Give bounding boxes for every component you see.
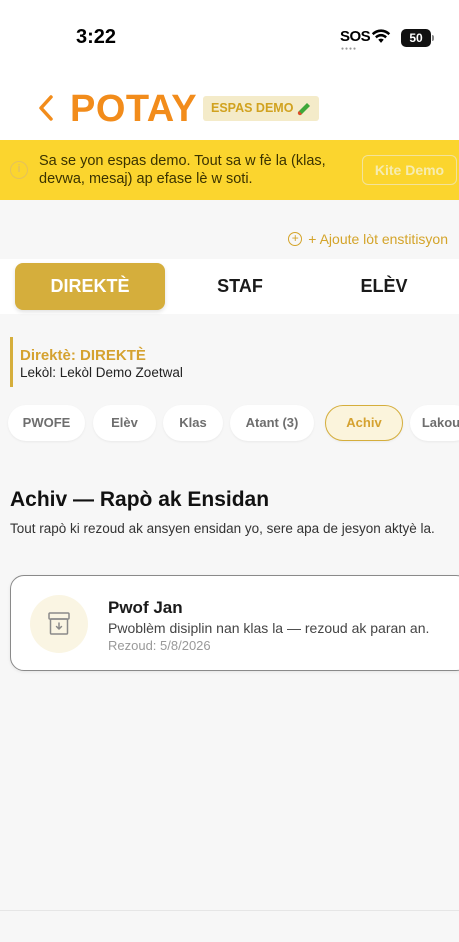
tab-student[interactable]: ELÈV xyxy=(309,263,459,310)
report-card[interactable]: Pwof Jan Pwoblèm disiplin nan klas la — … xyxy=(10,575,459,671)
app-screen: 3:22 SOS ●●●● 50 POTAY ESPAS DEMO i Sa s… xyxy=(0,0,459,942)
report-description: Pwoblèm disiplin nan klas la — rezoud ak… xyxy=(108,620,430,636)
chip-students[interactable]: Elèv xyxy=(93,405,156,441)
plus-circle-icon: + xyxy=(288,232,303,246)
chip-teachers[interactable]: PWOFE xyxy=(8,405,85,441)
demo-badge-label: ESPAS DEMO xyxy=(211,101,294,115)
chevron-left-icon[interactable] xyxy=(34,92,58,124)
battery-tip xyxy=(432,35,434,41)
role-tabs: DIREKTÈ STAF ELÈV xyxy=(0,259,459,314)
exit-demo-button[interactable]: Kite Demo xyxy=(362,155,457,185)
sos-indicator: SOS xyxy=(340,28,371,45)
demo-banner-text: Sa se yon espas demo. Tout sa w fè la (k… xyxy=(39,153,326,187)
chip-classes[interactable]: Klas xyxy=(163,405,223,441)
bottom-strip xyxy=(0,910,459,942)
status-bar: 3:22 SOS ●●●● 50 xyxy=(0,0,459,80)
info-icon: i xyxy=(10,161,28,179)
tab-director[interactable]: DIREKTÈ xyxy=(15,263,165,310)
signal-dots-icon: ●●●● xyxy=(341,46,358,52)
tab-staff[interactable]: STAF xyxy=(165,263,315,310)
demo-badge: ESPAS DEMO xyxy=(203,96,320,121)
chip-pending[interactable]: Atant (3) xyxy=(230,405,314,441)
test-tube-icon xyxy=(298,102,311,115)
section-chips: PWOFE Elèv Klas Atant (3) Achiv Lakou xyxy=(8,405,459,441)
chip-archive[interactable]: Achiv xyxy=(325,405,403,441)
role-info: Direktè: DIREKTÈ Lekòl: Lekòl Demo Zoetw… xyxy=(10,337,183,387)
report-title: Pwof Jan xyxy=(108,598,183,617)
archive-icon xyxy=(48,612,70,635)
section-title: Achiv — Rapò ak Ensidan xyxy=(10,488,270,511)
wifi-icon xyxy=(371,29,391,43)
add-institution-label: + Ajoute lòt enstitisyon xyxy=(308,231,448,247)
report-date: Rezoud: 5/8/2026 xyxy=(108,638,211,653)
status-time: 3:22 xyxy=(76,26,117,48)
app-header: POTAY ESPAS DEMO xyxy=(0,80,459,140)
add-institution-link[interactable]: + + Ajoute lòt enstitisyon xyxy=(288,231,448,247)
school-label: Lekòl: Lekòl Demo Zoetwal xyxy=(20,365,183,380)
battery-icon: 50 xyxy=(401,29,431,47)
chip-yard[interactable]: Lakou xyxy=(410,405,459,441)
archive-icon-wrap xyxy=(30,595,88,653)
app-title: POTAY xyxy=(70,88,198,130)
role-label: Direktè: DIREKTÈ xyxy=(20,347,146,364)
section-description: Tout rapò ki rezoud ak ansyen ensidan yo… xyxy=(10,521,435,536)
